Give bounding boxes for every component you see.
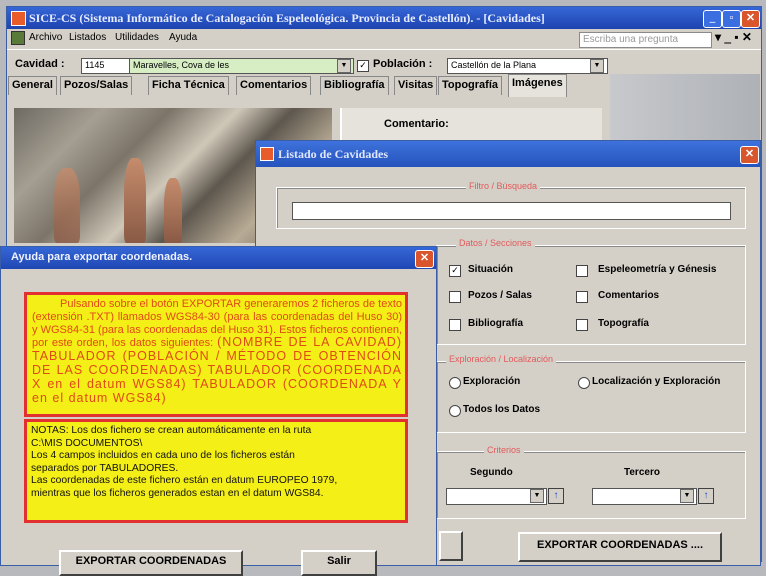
- topografia-checkbox[interactable]: [576, 319, 588, 331]
- comentario-label: Comentario:: [384, 118, 449, 130]
- tab-imagenes[interactable]: Imágenes: [508, 74, 567, 97]
- menu-ayuda[interactable]: Ayuda: [169, 32, 197, 43]
- help-title-bar: Ayuda para exportar coordenadas. ✕: [1, 247, 436, 269]
- maximize-button[interactable]: ▫: [722, 10, 741, 28]
- salir-button[interactable]: Salir: [301, 550, 377, 576]
- stalagmite-shape: [54, 168, 80, 243]
- arrow-up-icon[interactable]: ↑: [698, 488, 714, 504]
- note-line: mientras que los ficheros generados esta…: [31, 487, 324, 499]
- menu-listados[interactable]: Listados: [69, 32, 106, 43]
- chevron-down-icon[interactable]: ▼: [530, 489, 544, 503]
- minimize-button[interactable]: _: [703, 10, 722, 28]
- todos-label: Todos los Datos: [463, 404, 541, 415]
- export-coordinates-button[interactable]: EXPORTAR COORDENADAS: [59, 550, 243, 576]
- tab-comentarios[interactable]: Comentarios: [236, 76, 312, 95]
- tab-bibliografia[interactable]: Bibliografía: [320, 76, 389, 95]
- window-title: SICE-CS (Sistema Informático de Cataloga…: [29, 11, 545, 25]
- situacion-label: Situación: [468, 264, 514, 275]
- help-title: Ayuda para exportar coordenadas.: [11, 251, 193, 263]
- listado-title-bar: Listado de Cavidades ✕: [256, 141, 760, 167]
- criteria-group-label: Criterios: [484, 445, 524, 455]
- title-bar: SICE-CS (Sistema Informático de Cataloga…: [7, 7, 761, 29]
- filter-group-label: Filtro / Búsqueda: [466, 181, 541, 191]
- notes-box: NOTAS: Los dos fichero se crean automáti…: [24, 419, 408, 523]
- chevron-down-icon[interactable]: ▼: [590, 59, 604, 73]
- poblacion-label: Población :: [373, 58, 433, 70]
- background-pattern: [610, 74, 760, 144]
- menu-bar: Archivo Listados Utilidades Ayuda Escrib…: [7, 29, 761, 49]
- espeleometria-label: Espeleometría y Génesis: [598, 264, 717, 275]
- stalagmite-shape: [124, 158, 146, 243]
- tab-ficha-tecnica[interactable]: Ficha Técnica: [148, 76, 229, 95]
- cavidad-name-combobox[interactable]: Maravelles, Cova de les: [129, 58, 354, 74]
- stalagmite-shape: [164, 178, 182, 243]
- side-button[interactable]: [439, 531, 463, 561]
- chevron-down-icon[interactable]: ▼: [680, 489, 694, 503]
- tab-general[interactable]: General: [8, 76, 57, 95]
- cavidad-label: Cavidad :: [15, 58, 65, 70]
- localizacion-label: Localización y Exploración: [592, 376, 721, 387]
- tab-strip: General Pozos/Salas Ficha Técnica Coment…: [8, 74, 612, 97]
- export-explanation-text: Pulsando sobre el botón EXPORTAR generar…: [32, 298, 402, 405]
- filter-input[interactable]: [292, 202, 731, 220]
- exploration-group: [436, 361, 746, 433]
- window-controls-icon[interactable]: ▾ ‗ ▪ ✕: [715, 30, 752, 44]
- tercero-label: Tercero: [624, 467, 660, 478]
- poblacion-checkbox[interactable]: ✓: [357, 60, 369, 72]
- comentarios-checkbox[interactable]: [576, 291, 588, 303]
- document-icon: [11, 31, 25, 45]
- situacion-checkbox[interactable]: ✓: [449, 265, 461, 277]
- note-line: NOTAS: Los dos fichero se crean automáti…: [31, 425, 312, 436]
- segundo-label: Segundo: [470, 467, 513, 478]
- note-line: separados por TABULADORES.: [31, 462, 179, 474]
- export-explanation-box: Pulsando sobre el botón EXPORTAR generar…: [24, 292, 408, 417]
- bibliografia-checkbox[interactable]: [449, 319, 461, 331]
- espeleometria-checkbox[interactable]: [576, 265, 588, 277]
- tab-visitas[interactable]: Visitas: [394, 76, 438, 95]
- app-icon: [260, 147, 274, 161]
- arrow-up-icon[interactable]: ↑: [548, 488, 564, 504]
- exploracion-radio[interactable]: [449, 377, 461, 389]
- menu-utilidades[interactable]: Utilidades: [115, 32, 159, 43]
- comentarios-label: Comentarios: [598, 290, 660, 301]
- chevron-down-icon[interactable]: ▼: [337, 59, 351, 73]
- poblacion-combobox[interactable]: Castellón de la Plana: [447, 58, 608, 74]
- exploracion-label: Exploración: [463, 376, 521, 387]
- todos-radio[interactable]: [449, 405, 461, 417]
- tab-topografia[interactable]: Topografía: [438, 76, 503, 95]
- app-icon: [11, 11, 26, 26]
- bibliografia-label: Bibliografía: [468, 318, 524, 329]
- ask-question-input[interactable]: Escriba una pregunta: [579, 32, 712, 48]
- listado-title: Listado de Cavidades: [278, 147, 389, 161]
- note-line: C:\MIS DOCUMENTOS\: [31, 437, 143, 449]
- topografia-label: Topografía: [598, 318, 649, 329]
- note-line: Los 4 campos incluidos en cada uno de lo…: [31, 450, 295, 462]
- pozos-salas-label: Pozos / Salas: [468, 290, 532, 301]
- localizacion-radio[interactable]: [578, 377, 590, 389]
- pozos-salas-checkbox[interactable]: [449, 291, 461, 303]
- export-coordinates-button[interactable]: EXPORTAR COORDENADAS ....: [518, 532, 722, 562]
- menu-archivo[interactable]: Archivo: [29, 32, 62, 43]
- sections-group-label: Datos / Secciones: [456, 238, 535, 248]
- note-line: Las coordenadas de este fichero están en…: [31, 475, 338, 487]
- close-button[interactable]: ✕: [741, 10, 760, 28]
- notes-text: NOTAS: Los dos fichero se crean automáti…: [31, 425, 403, 501]
- exploration-group-label: Exploración / Localización: [446, 354, 557, 364]
- close-button[interactable]: ✕: [415, 250, 434, 268]
- criteria-group: [436, 451, 746, 519]
- tab-pozos-salas[interactable]: Pozos/Salas: [60, 76, 133, 95]
- close-button[interactable]: ✕: [740, 146, 759, 164]
- cavidad-id-field[interactable]: 1145: [81, 58, 130, 74]
